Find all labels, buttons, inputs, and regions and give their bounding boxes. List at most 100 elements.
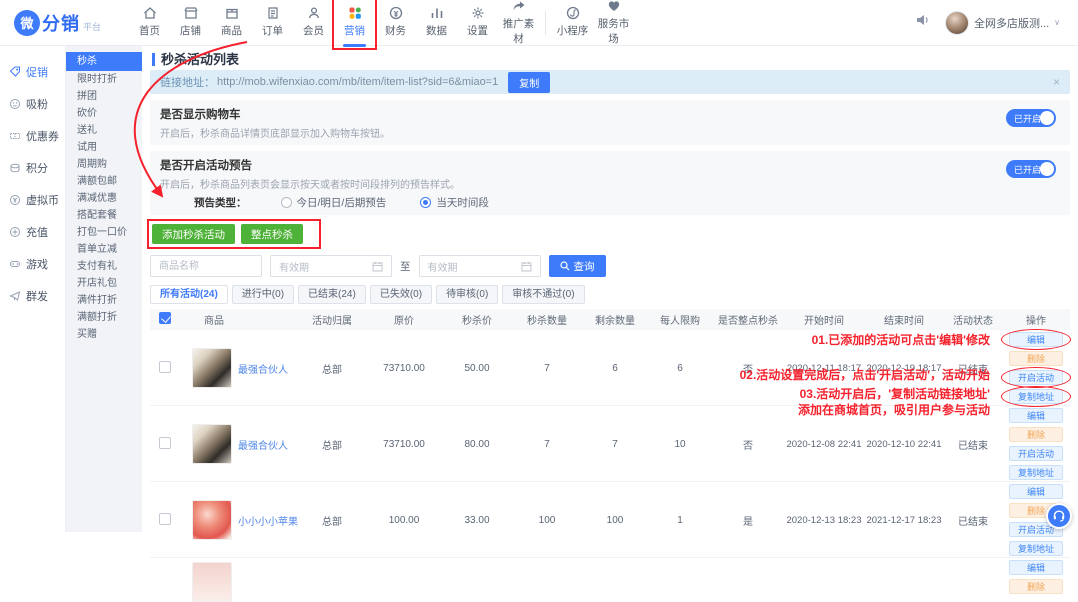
submenu-item-bargain[interactable]: 砍价 — [66, 105, 142, 122]
submenu-item-group-buy[interactable]: 拼团 — [66, 88, 142, 105]
close-icon[interactable]: × — [1053, 75, 1060, 89]
preview-setting-desc: 开启后，秒杀商品列表页会显示按天或者按时间段排列的预告样式。 — [160, 176, 1060, 191]
delete-button[interactable]: 删除 — [1009, 579, 1063, 594]
sidebar-label: 充值 — [26, 224, 48, 240]
submenu-item-seckill[interactable]: 秒杀 — [66, 52, 142, 71]
edit-button[interactable]: 编辑 — [1009, 484, 1063, 499]
nav-item-marketing[interactable]: 营销 — [334, 0, 375, 45]
sidebar-label: 群发 — [26, 288, 48, 304]
nav-item-members[interactable]: 会员 — [293, 0, 334, 45]
col-header-scope: 活动归属 — [298, 312, 366, 327]
submenu-item-first-order[interactable]: 首单立减 — [66, 241, 142, 258]
submenu-item-gift[interactable]: 送礼 — [66, 122, 142, 139]
submenu-item-full-discount[interactable]: 满减优惠 — [66, 190, 142, 207]
date-placeholder: 有效期 — [428, 259, 458, 274]
submenu-item-cycle-buy[interactable]: 周期购 — [66, 156, 142, 173]
announcement-speaker-icon[interactable] — [915, 13, 931, 32]
product-name-input[interactable] — [150, 255, 262, 277]
copy-address-button[interactable]: 复制地址 — [1009, 465, 1063, 480]
delete-button[interactable]: 删除 — [1009, 427, 1063, 442]
submenu-item-buy-gift[interactable]: 买赠 — [66, 326, 142, 343]
product-name-link[interactable]: 小小小小苹果 — [238, 513, 298, 528]
copy-address-button[interactable]: 复制地址 — [1009, 541, 1063, 556]
radio-option-same-day[interactable]: 当天时间段 — [420, 195, 489, 210]
col-header-sec-price: 秒杀价 — [442, 312, 512, 327]
search-button[interactable]: 查询 — [549, 255, 606, 277]
row-checkbox[interactable] — [159, 513, 171, 525]
delete-button[interactable]: 删除 — [1009, 351, 1063, 366]
tab-in-progress[interactable]: 进行中(0) — [232, 285, 294, 304]
row-checkbox[interactable] — [159, 361, 171, 373]
preview-toggle[interactable]: 已开启 — [1006, 160, 1056, 178]
nav-item-finance[interactable]: 财务 — [375, 0, 416, 45]
sidebar-item-games[interactable]: 游戏 — [0, 248, 65, 280]
date-to-input[interactable]: 有效期 — [419, 255, 541, 277]
submenu-item-time-discount[interactable]: 限时打折 — [66, 71, 142, 88]
nav-label: 小程序 — [557, 25, 589, 37]
nav-label: 财务 — [385, 25, 406, 37]
edit-button[interactable]: 编辑 — [1009, 332, 1063, 347]
nav-item-goods[interactable]: 商品 — [211, 0, 252, 45]
sidebar-item-promotion[interactable]: 促销 — [0, 56, 65, 88]
sidebar-item-recharge[interactable]: 充值 — [0, 216, 65, 248]
start-activity-button[interactable]: 开启活动 — [1009, 446, 1063, 461]
account-name: 全网多店版测... — [974, 15, 1049, 31]
nav-item-miniprogram[interactable]: 小程序 — [552, 0, 593, 45]
top-nav: 首页 店铺 商品 订单 会员 营销 财务 数据 — [129, 0, 634, 53]
status-badge: 已结束 — [944, 437, 1002, 452]
annotation-start-tip: 02.活动设置完成后，点击'开启活动'，活动开始 — [740, 366, 990, 383]
product-name-link[interactable]: 最强合伙人 — [238, 437, 288, 452]
sidebar-label: 积分 — [26, 160, 48, 176]
sidebar-item-virtual-coin[interactable]: 虚拟币 — [0, 184, 65, 216]
tab-review-rejected[interactable]: 审核不通过(0) — [502, 285, 584, 304]
nav-item-home[interactable]: 首页 — [129, 0, 170, 45]
nav-item-shop[interactable]: 店铺 — [170, 0, 211, 45]
edit-button[interactable]: 编辑 — [1009, 560, 1063, 575]
copy-link-button[interactable]: 复制 — [508, 72, 550, 93]
start-activity-button[interactable]: 开启活动 — [1009, 370, 1063, 385]
submenu-item-trial[interactable]: 试用 — [66, 139, 142, 156]
toggle-label: 已开启 — [1014, 163, 1041, 176]
sidebar-item-broadcast[interactable]: 群发 — [0, 280, 65, 312]
activity-table: 商品 活动归属 原价 秒杀价 秒杀数量 剩余数量 每人限购 是否整点秒杀 开始时… — [150, 309, 1070, 570]
submenu-item-package-price[interactable]: 打包一口价 — [66, 224, 142, 241]
marketing-active-underline — [343, 44, 366, 47]
customer-service-button[interactable] — [1046, 503, 1072, 529]
product-name-link[interactable]: 最强合伙人 — [238, 361, 288, 376]
nav-label: 订单 — [262, 25, 283, 37]
nav-item-settings[interactable]: 设置 — [457, 0, 498, 45]
submenu-item-combo[interactable]: 搭配套餐 — [66, 207, 142, 224]
copy-address-button[interactable]: 复制地址 — [1009, 389, 1063, 404]
add-seckill-button[interactable]: 添加秒杀活动 — [152, 224, 235, 244]
submenu-item-qty-discount[interactable]: 满件打折 — [66, 292, 142, 309]
date-from-input[interactable]: 有效期 — [270, 255, 392, 277]
submenu-item-free-shipping[interactable]: 满额包邮 — [66, 173, 142, 190]
account-menu[interactable]: 全网多店版测... ∨ — [945, 11, 1060, 35]
nav-item-promo-material[interactable]: 推广素材 — [498, 0, 539, 53]
nav-item-service-market[interactable]: 服务市场 — [593, 0, 634, 53]
hourly-seckill-button[interactable]: 整点秒杀 — [241, 224, 303, 244]
cart-toggle[interactable]: 已开启 — [1006, 109, 1056, 127]
app-logo[interactable]: 微 分销 平台 — [0, 10, 117, 36]
nav-label: 商品 — [221, 25, 242, 37]
edit-button[interactable]: 编辑 — [1009, 408, 1063, 423]
tab-expired[interactable]: 已失效(0) — [370, 285, 432, 304]
nav-item-data[interactable]: 数据 — [416, 0, 457, 45]
sidebar-item-fans[interactable]: 吸粉 — [0, 88, 65, 120]
virtual-coin-icon — [9, 194, 21, 206]
radio-option-daily-preview[interactable]: 今日/明日/后期预告 — [281, 195, 387, 210]
submenu-item-store-gift[interactable]: 开店礼包 — [66, 275, 142, 292]
points-icon — [9, 162, 21, 174]
product-image — [192, 500, 232, 540]
submenu-item-pay-gift[interactable]: 支付有礼 — [66, 258, 142, 275]
select-all-checkbox[interactable] — [159, 312, 171, 324]
nav-item-orders[interactable]: 订单 — [252, 0, 293, 45]
tab-all-activities[interactable]: 所有活动(24) — [150, 285, 228, 304]
submenu-item-amount-discount[interactable]: 满额打折 — [66, 309, 142, 326]
tab-ended[interactable]: 已结束(24) — [298, 285, 366, 304]
row-checkbox[interactable] — [159, 437, 171, 449]
logo-brand-text: 分销 — [42, 10, 80, 36]
tab-pending-review[interactable]: 待审核(0) — [436, 285, 498, 304]
sidebar-item-coupon[interactable]: 优惠券 — [0, 120, 65, 152]
sidebar-item-points[interactable]: 积分 — [0, 152, 65, 184]
